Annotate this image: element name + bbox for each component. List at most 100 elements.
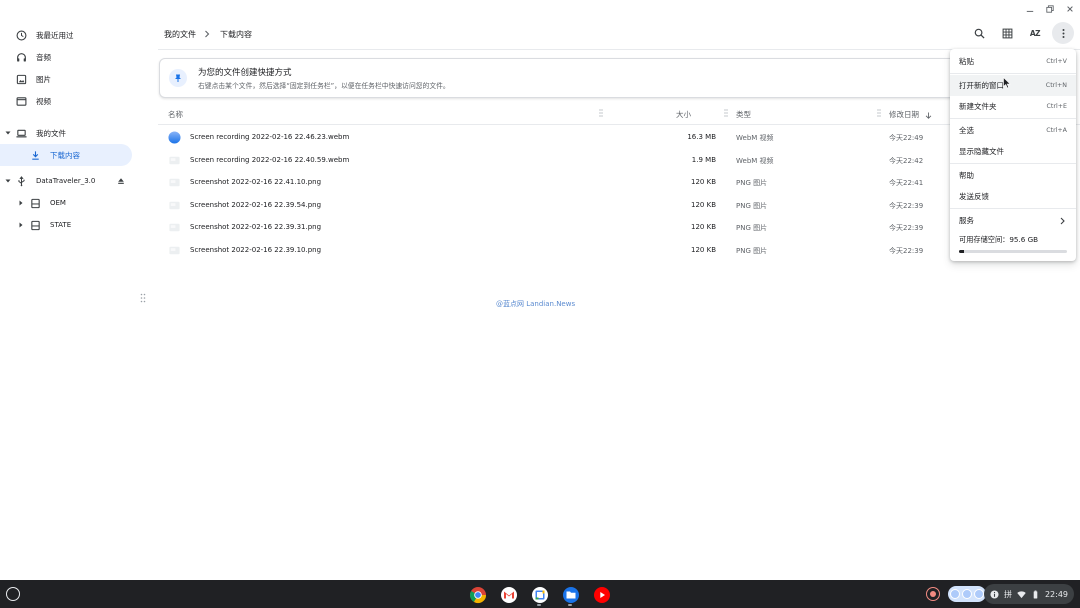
holding-space-button[interactable] (948, 586, 986, 602)
storage-bar (959, 250, 1067, 253)
column-resize-icon[interactable] (724, 109, 730, 119)
download-icon (30, 150, 41, 161)
column-header-date-label: 修改日期 (889, 110, 919, 119)
video-icon (16, 96, 27, 107)
chevron-right-icon (1060, 217, 1067, 225)
menu-item-services[interactable]: 服务 (950, 210, 1076, 231)
running-indicator (568, 604, 572, 606)
menu-item-feedback[interactable]: 发送反馈 (950, 186, 1076, 207)
window-controls (1024, 2, 1076, 16)
file-type: PNG 图片 (736, 224, 768, 232)
caret-down-icon[interactable] (5, 178, 11, 184)
menu-item-shortcut: Ctrl+V (1046, 58, 1067, 65)
file-size: 120 KB (691, 200, 716, 209)
wifi-icon (1017, 590, 1026, 599)
sidebar-item-label: OEM (50, 199, 66, 207)
menu-divider (950, 73, 1076, 74)
sidebar-item-state[interactable]: STATE (0, 214, 132, 236)
chrome-icon[interactable] (466, 583, 489, 606)
table-row[interactable]: Screen recording 2022-02-16 22.40.59.web… (158, 149, 1080, 172)
search-button[interactable] (968, 22, 990, 44)
sidebar-item-recent[interactable]: 我最近用过 (0, 24, 132, 46)
info-icon (990, 589, 999, 599)
grid-view-button[interactable] (996, 22, 1018, 44)
usb-icon (16, 175, 27, 187)
shortcut-banner: 为您的文件创建快捷方式 右键点击某个文件，然后选择“固定到任务栏”，以便在任务栏… (159, 58, 959, 98)
caret-right-icon[interactable] (18, 200, 24, 206)
laptop-icon (16, 128, 27, 139)
holding-thumbnail (962, 589, 972, 599)
sidebar-resize-handle-icon[interactable] (140, 293, 148, 305)
watermark: @蓝点网 Landian.News (496, 300, 576, 308)
battery-icon (1031, 590, 1040, 599)
grid-icon (1002, 28, 1013, 39)
header-divider (158, 49, 1080, 50)
menu-item-select-all[interactable]: 全选 Ctrl+A (950, 120, 1076, 141)
sidebar-item-label: STATE (50, 221, 72, 229)
image-icon (16, 74, 27, 85)
restore-icon[interactable] (1044, 3, 1056, 15)
table-row[interactable]: Screenshot 2022-02-16 22.39.54.png 120 K… (158, 194, 1080, 217)
column-resize-icon[interactable] (877, 109, 883, 119)
menu-item-new-folder[interactable]: 新建文件夹 Ctrl+E (950, 96, 1076, 117)
file-type: WebM 视频 (736, 156, 774, 165)
breadcrumb-current[interactable]: 下载内容 (220, 29, 252, 40)
storage-bar-fill (959, 250, 965, 253)
sidebar-item-videos[interactable]: 视频 (0, 90, 132, 112)
sidebar-item-oem[interactable]: OEM (0, 192, 132, 214)
close-icon[interactable] (1064, 3, 1076, 15)
column-header-name[interactable]: 名称 (168, 109, 183, 120)
column-header-date[interactable]: 修改日期 (889, 109, 932, 120)
file-size: 120 KB (691, 245, 716, 254)
launcher-icon[interactable] (6, 587, 20, 601)
menu-item-help[interactable]: 帮助 (950, 165, 1076, 186)
sidebar-item-audio[interactable]: 音频 (0, 46, 132, 68)
arrow-down-icon (925, 111, 932, 119)
drive-icon (30, 198, 41, 209)
banner-text: 为您的文件创建快捷方式 右键点击某个文件，然后选择“固定到任务栏”，以便在任务栏… (198, 66, 450, 90)
chevron-right-icon (204, 30, 212, 38)
menu-divider (950, 118, 1076, 119)
file-date: 今天22:39 (889, 224, 924, 232)
breadcrumb-root[interactable]: 我的文件 (164, 29, 196, 40)
eject-icon[interactable] (116, 176, 126, 186)
calendar-icon[interactable] (528, 583, 551, 606)
headphones-icon (16, 52, 27, 63)
file-type: WebM 视频 (736, 134, 774, 142)
file-size: 16.3 MB (687, 133, 716, 141)
column-header-size[interactable]: 大小 (676, 109, 691, 120)
sort-button[interactable]: AZ (1024, 22, 1046, 44)
sidebar-item-my-files[interactable]: 我的文件 (0, 122, 132, 144)
table-row[interactable]: Screenshot 2022-02-16 22.41.10.png 120 K… (158, 171, 1080, 194)
sidebar-item-usb[interactable]: DataTraveler_3.0 (0, 170, 132, 192)
minimize-icon[interactable] (1024, 3, 1036, 15)
tray-left (926, 586, 986, 602)
file-date: 今天22:42 (889, 156, 924, 165)
column-resize-icon[interactable] (599, 109, 605, 119)
column-header-type[interactable]: 类型 (736, 109, 751, 120)
system-tray[interactable]: 拼 22:49 (983, 584, 1074, 604)
sidebar-item-downloads[interactable]: 下载内容 (0, 144, 132, 166)
more-menu-button[interactable] (1052, 22, 1074, 44)
menu-item-show-hidden[interactable]: 显示隐藏文件 (950, 141, 1076, 162)
menu-item-new-window[interactable]: 打开新的窗口 Ctrl+N (950, 75, 1076, 96)
table-row[interactable]: Screenshot 2022-02-16 22.39.31.png 120 K… (158, 216, 1080, 239)
search-icon (974, 28, 985, 39)
youtube-icon[interactable] (590, 583, 613, 606)
screen-record-icon[interactable] (926, 587, 940, 601)
gmail-icon[interactable] (497, 583, 520, 606)
file-date: 今天22:41 (889, 179, 924, 187)
menu-item-paste[interactable]: 粘贴 Ctrl+V (950, 51, 1076, 72)
table-row[interactable]: Screen recording 2022-02-16 22.46.23.web… (158, 126, 1080, 149)
toolbar: AZ (968, 22, 1074, 44)
sidebar-item-images[interactable]: 图片 (0, 68, 132, 90)
banner-title: 为您的文件创建快捷方式 (198, 68, 292, 78)
files-icon[interactable] (559, 583, 582, 606)
table-row[interactable]: Screenshot 2022-02-16 22.39.10.png 120 K… (158, 239, 1080, 262)
caret-right-icon[interactable] (18, 222, 24, 228)
menu-divider (950, 208, 1076, 209)
pin-icon (169, 69, 187, 87)
caret-down-icon[interactable] (5, 130, 11, 136)
ime-indicator: 拼 (1003, 589, 1012, 599)
